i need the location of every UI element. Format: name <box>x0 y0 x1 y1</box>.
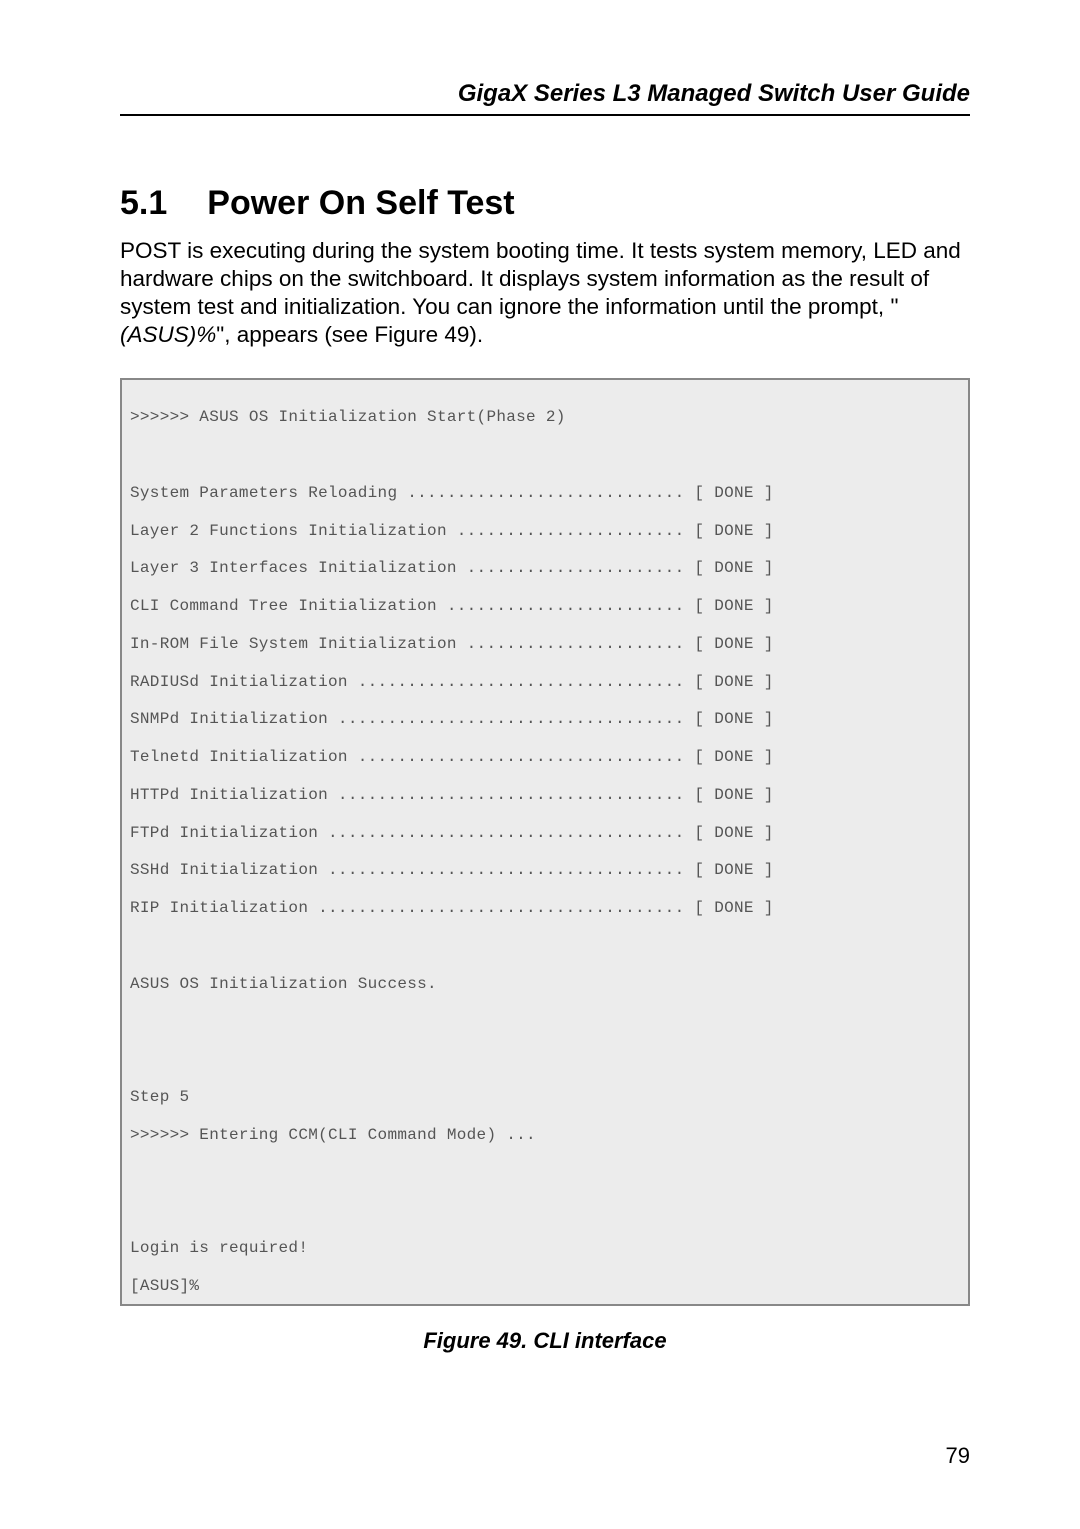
terminal-row-label: RIP Initialization .....................… <box>130 899 685 917</box>
terminal-row-status: [ DONE ] <box>694 824 773 842</box>
terminal-row-label: Telnetd Initialization .................… <box>130 748 685 766</box>
terminal-row-label: RADIUSd Initialization .................… <box>130 673 685 691</box>
terminal-row-label: Layer 2 Functions Initialization .......… <box>130 522 685 540</box>
terminal-row: CLI Command Tree Initialization ........… <box>130 597 960 616</box>
terminal-blank <box>130 1201 960 1220</box>
terminal-row-status: [ DONE ] <box>694 710 773 728</box>
terminal-row-status: [ DONE ] <box>694 484 773 502</box>
terminal-row-label: HTTPd Initialization ...................… <box>130 786 685 804</box>
terminal-prompt-line: [ASUS]% <box>130 1277 960 1296</box>
terminal-success-line: ASUS OS Initialization Success. <box>130 975 960 994</box>
terminal-row: System Parameters Reloading ............… <box>130 484 960 503</box>
page-header: GigaX Series L3 Managed Switch User Guid… <box>120 80 970 116</box>
terminal-login-line: Login is required! <box>130 1239 960 1258</box>
terminal-row: HTTPd Initialization ...................… <box>130 786 960 805</box>
terminal-row-status: [ DONE ] <box>694 673 773 691</box>
body-text-part-a: POST is executing during the system boot… <box>120 238 961 319</box>
terminal-row: Layer 2 Functions Initialization .......… <box>130 522 960 541</box>
terminal-row-label: FTPd Initialization ....................… <box>130 824 685 842</box>
terminal-row-status: [ DONE ] <box>694 861 773 879</box>
terminal-blank <box>130 1050 960 1069</box>
page-number: 79 <box>946 1443 970 1469</box>
terminal-blank <box>130 937 960 956</box>
terminal-row: SNMPd Initialization ...................… <box>130 710 960 729</box>
terminal-row-status: [ DONE ] <box>694 899 773 917</box>
terminal-row-label: CLI Command Tree Initialization ........… <box>130 597 685 615</box>
terminal-row-status: [ DONE ] <box>694 597 773 615</box>
terminal-row-status: [ DONE ] <box>694 522 773 540</box>
terminal-step-line: Step 5 <box>130 1088 960 1107</box>
terminal-row-label: SSHd Initialization ....................… <box>130 861 685 879</box>
terminal-row-label: System Parameters Reloading ............… <box>130 484 685 502</box>
section-number: 5.1 <box>120 184 167 223</box>
terminal-row: In-ROM File System Initialization ......… <box>130 635 960 654</box>
terminal-blank <box>130 1163 960 1182</box>
figure-caption: Figure 49. CLI interface <box>120 1328 970 1354</box>
terminal-row: SSHd Initialization ....................… <box>130 861 960 880</box>
terminal-row-status: [ DONE ] <box>694 748 773 766</box>
terminal-row-label: Layer 3 Interfaces Initialization ......… <box>130 559 685 577</box>
terminal-row: RIP Initialization .....................… <box>130 899 960 918</box>
body-paragraph: POST is executing during the system boot… <box>120 237 970 350</box>
section-heading: 5.1 Power On Self Test <box>120 184 970 223</box>
terminal-row-status: [ DONE ] <box>694 559 773 577</box>
terminal-blank <box>130 446 960 465</box>
document-page: GigaX Series L3 Managed Switch User Guid… <box>0 0 1080 1529</box>
terminal-row: FTPd Initialization ....................… <box>130 824 960 843</box>
terminal-start-line: >>>>>> ASUS OS Initialization Start(Phas… <box>130 408 960 427</box>
terminal-output: >>>>>> ASUS OS Initialization Start(Phas… <box>120 378 970 1306</box>
page-number-value: 79 <box>946 1443 970 1468</box>
terminal-row-label: In-ROM File System Initialization ......… <box>130 635 685 653</box>
terminal-row-label: SNMPd Initialization ...................… <box>130 710 685 728</box>
header-title: GigaX Series L3 Managed Switch User Guid… <box>458 80 970 107</box>
terminal-row: RADIUSd Initialization .................… <box>130 673 960 692</box>
body-text-italic: (ASUS)% <box>120 322 216 347</box>
terminal-row: Telnetd Initialization .................… <box>130 748 960 767</box>
terminal-ccm-line: >>>>>> Entering CCM(CLI Command Mode) ..… <box>130 1126 960 1145</box>
terminal-row-status: [ DONE ] <box>694 786 773 804</box>
terminal-row: Layer 3 Interfaces Initialization ......… <box>130 559 960 578</box>
terminal-blank <box>130 1012 960 1031</box>
terminal-row-status: [ DONE ] <box>694 635 773 653</box>
figure-caption-text: Figure 49. CLI interface <box>423 1328 666 1353</box>
body-text-part-b: ", appears (see Figure 49). <box>216 322 483 347</box>
section-title: Power On Self Test <box>207 184 514 222</box>
